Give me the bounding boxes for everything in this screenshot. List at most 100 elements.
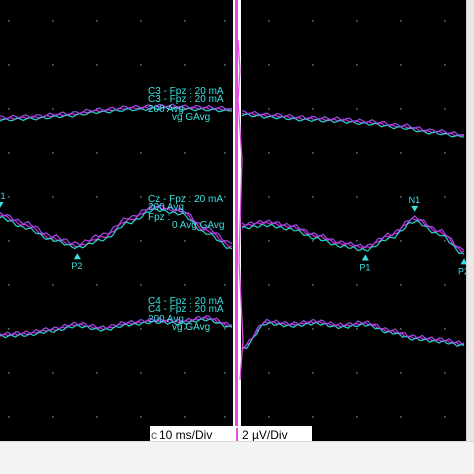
grid-dot: [140, 284, 142, 286]
grid-dot: [444, 416, 446, 418]
grid-dot: [400, 240, 402, 242]
grid-dot: [224, 152, 226, 154]
grid-dot: [184, 240, 186, 242]
grid-dot: [52, 372, 54, 374]
grid-dot: [8, 20, 10, 22]
stimulus-cursor: [235, 0, 238, 441]
grid-dot: [52, 152, 54, 154]
channel-label: vg GAvg: [172, 322, 210, 333]
grid-dot: [8, 108, 10, 110]
waveform-plot-area[interactable]: C3 - Fpz : 20 mA C3 - Fpz : 20 mA 200 Avg v…: [0, 0, 466, 441]
grid-dot: [184, 20, 186, 22]
grid-dot: [268, 108, 270, 110]
grid-dot: [356, 108, 358, 110]
grid-dot: [312, 64, 314, 66]
grid-dot: [312, 196, 314, 198]
grid-dot: [8, 240, 10, 242]
grid-dot: [400, 416, 402, 418]
grid-dot: [400, 64, 402, 66]
grid-dot: [444, 328, 446, 330]
grid-dot: [444, 108, 446, 110]
grid-dot: [400, 152, 402, 154]
grid-dot: [356, 328, 358, 330]
evoked-potential-viewer: C3 - Fpz : 20 mA C3 - Fpz : 20 mA 200 Avg v…: [0, 0, 474, 474]
grid-dot: [184, 64, 186, 66]
grid-dot: [268, 328, 270, 330]
grid-dot: [140, 152, 142, 154]
marker-label: P2: [71, 261, 82, 271]
grid-dot: [444, 152, 446, 154]
grid-dot: [52, 64, 54, 66]
grid-dot: [140, 196, 142, 198]
vertical-scrollbar[interactable]: [466, 0, 474, 474]
grid-dot: [400, 372, 402, 374]
grid-dot: [400, 284, 402, 286]
grid-dot: [52, 108, 54, 110]
grid-dot: [268, 240, 270, 242]
grid-dot: [8, 152, 10, 154]
grid-dot: [356, 416, 358, 418]
grid-dot: [400, 328, 402, 330]
grid-dot: [356, 240, 358, 242]
grid-dot: [96, 20, 98, 22]
grid-dot: [356, 372, 358, 374]
grid-dot: [400, 196, 402, 198]
grid-dot: [140, 64, 142, 66]
grid-dot: [52, 284, 54, 286]
grid-dot: [184, 284, 186, 286]
bottom-toolbar: [0, 441, 474, 474]
grid-dot: [312, 108, 314, 110]
timebase-readout: 10 ms/Div: [159, 428, 212, 441]
grid-dot: [8, 328, 10, 330]
grid-dot: [356, 152, 358, 154]
grid-dot: [444, 240, 446, 242]
grid-dot: [140, 372, 142, 374]
grid-dot: [268, 20, 270, 22]
grid-dot: [312, 240, 314, 242]
grid-dot: [140, 20, 142, 22]
grid-dot: [268, 196, 270, 198]
grid-dot: [444, 372, 446, 374]
grid-dot: [140, 416, 142, 418]
channel-label: 0 Avg GAvg: [172, 220, 224, 231]
marker-label: N1: [0, 191, 6, 201]
grid-dot: [400, 20, 402, 22]
grid-dot: [268, 416, 270, 418]
grid-dot: [444, 64, 446, 66]
grid-dot: [184, 152, 186, 154]
grid-dot: [312, 416, 314, 418]
grid-dot: [268, 372, 270, 374]
grid-dot: [96, 196, 98, 198]
grid-dot: [224, 64, 226, 66]
marker-label: P1: [359, 263, 370, 273]
grid-dot: [8, 372, 10, 374]
grid-dot: [312, 284, 314, 286]
grid-dot: [8, 284, 10, 286]
grid-dot: [224, 284, 226, 286]
grid-dot: [356, 284, 358, 286]
grid-dot: [140, 240, 142, 242]
marker-label: N1: [409, 195, 421, 205]
grid-dot: [184, 372, 186, 374]
grid-dot: [224, 328, 226, 330]
grid-dot: [8, 64, 10, 66]
grid-dot: [224, 20, 226, 22]
grid-dot: [356, 20, 358, 22]
grid-dot: [268, 64, 270, 66]
grid-dot: [96, 152, 98, 154]
status-glyph: c: [151, 428, 157, 441]
grid-dot: [312, 152, 314, 154]
grid-dot: [8, 416, 10, 418]
grid-dot: [96, 64, 98, 66]
grid-dot: [52, 416, 54, 418]
grid-dot: [96, 416, 98, 418]
grid-dot: [356, 196, 358, 198]
grid-dot: [444, 20, 446, 22]
waveform-chart: C3 - Fpz : 20 mAC3 - Fpz : 20 mA200 Avgv…: [0, 0, 466, 441]
grid-dot: [224, 416, 226, 418]
sensitivity-readout: 2 µV/Div: [242, 428, 288, 441]
grid-dot: [312, 372, 314, 374]
marker-label: P2: [458, 266, 466, 276]
grid-dot: [184, 416, 186, 418]
grid-dot: [268, 284, 270, 286]
